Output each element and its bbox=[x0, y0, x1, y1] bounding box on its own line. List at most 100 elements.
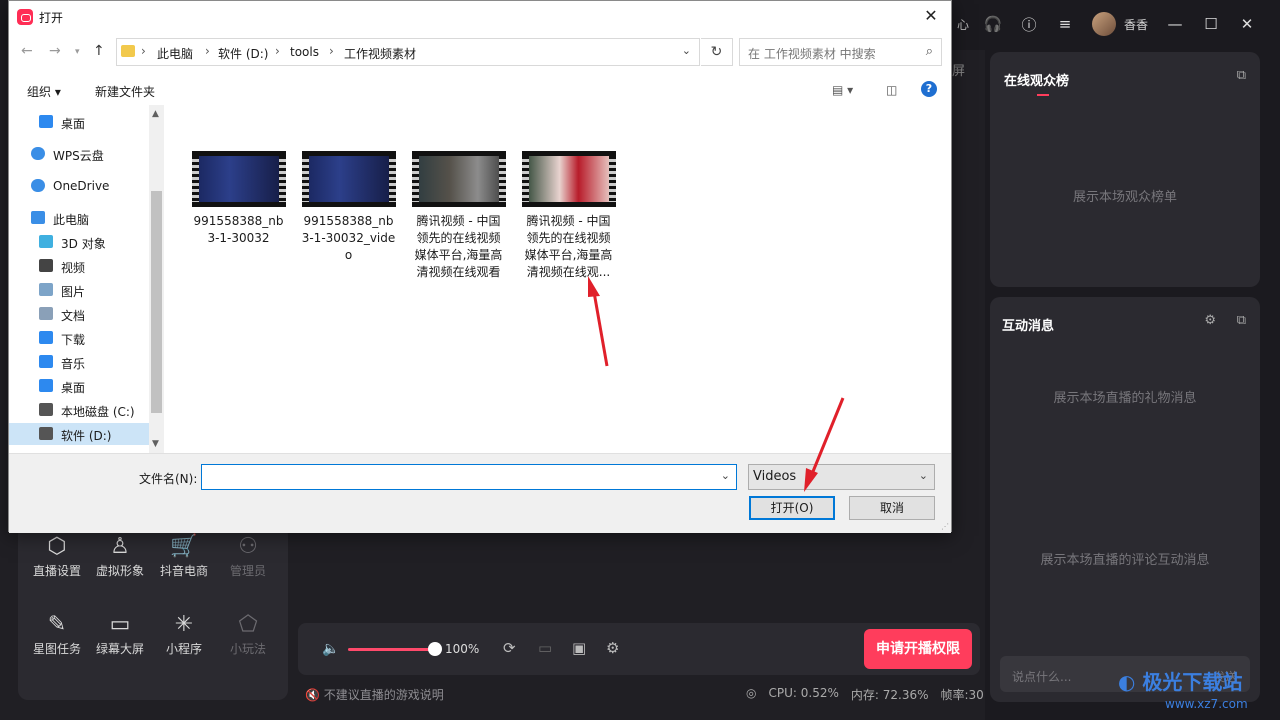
resize-grip-icon[interactable]: ⋰ bbox=[941, 522, 949, 531]
watermark-brand: 极光下载站 bbox=[1142, 670, 1243, 694]
chevron-right-icon[interactable]: › bbox=[141, 44, 146, 58]
nav-item[interactable]: 软件 (D:) bbox=[9, 423, 149, 445]
volume-slider[interactable] bbox=[348, 648, 434, 651]
nav-item[interactable]: 桌面 bbox=[9, 375, 149, 397]
open-button[interactable]: 打开(O) bbox=[749, 496, 835, 520]
avatar[interactable] bbox=[1091, 12, 1116, 36]
star-tasks-icon: ✎ bbox=[47, 612, 67, 637]
breadcrumb-tools[interactable]: tools bbox=[290, 45, 319, 59]
file-item[interactable]: 991558388_nb3-1-30032 bbox=[191, 151, 286, 247]
tool-virtual-avatar-button[interactable]: ♙ 虚拟形象 bbox=[88, 532, 152, 579]
tool-label: 小玩法 bbox=[229, 642, 266, 656]
chevron-down-icon[interactable]: ⌄ bbox=[721, 469, 730, 482]
folder-icon bbox=[121, 45, 135, 57]
tool-star-tasks-button[interactable]: ✎ 星图任务 bbox=[25, 610, 89, 657]
audience-card: 在线观众榜 ⧉ 展示本场观众榜单 bbox=[990, 52, 1260, 287]
rotate-icon[interactable]: ⟳ bbox=[503, 639, 516, 657]
file-item[interactable]: 991558388_nb3-1-30032_video bbox=[301, 151, 396, 264]
desktop-icon bbox=[39, 379, 53, 392]
minimize-icon[interactable]: — bbox=[1166, 15, 1184, 33]
tool-douyin-shop-button[interactable]: 🛒 抖音电商 bbox=[152, 532, 216, 579]
address-bar[interactable]: › 此电脑 › 软件 (D:) › tools › 工作视频素材 ⌄ bbox=[116, 38, 700, 66]
filename-input[interactable]: ⌄ bbox=[201, 464, 737, 490]
tool-label: 小程序 bbox=[165, 642, 202, 656]
tool-mini-program-button[interactable]: ✳ 小程序 bbox=[152, 610, 216, 657]
game-notice-link[interactable]: 🔇 不建议直播的游戏说明 bbox=[305, 686, 444, 703]
cancel-button[interactable]: 取消 bbox=[849, 496, 935, 520]
popout-icon[interactable]: ⧉ bbox=[1237, 68, 1246, 83]
back-arrow-icon[interactable]: ← bbox=[21, 43, 33, 59]
help-icon[interactable]: ? bbox=[921, 81, 937, 97]
dialog-footer: 文件名(N): ⌄ Videos ⌄ 打开(O) 取消 ⋰ bbox=[9, 453, 951, 533]
popout-icon[interactable]: ⧉ bbox=[1237, 313, 1246, 328]
chevron-right-icon[interactable]: › bbox=[275, 44, 280, 58]
nav-item[interactable]: 本地磁盘 (C:) bbox=[9, 399, 149, 421]
preview-pane-icon[interactable]: ◫ bbox=[886, 83, 897, 97]
close-app-icon[interactable]: ✕ bbox=[1238, 15, 1256, 33]
forward-arrow-icon[interactable]: → bbox=[49, 43, 61, 59]
settings-icon[interactable]: ⚙ bbox=[606, 639, 619, 657]
settings-gear-icon[interactable]: ⚙ bbox=[1204, 313, 1216, 328]
breadcrumb-this-pc[interactable]: 此电脑 bbox=[157, 45, 193, 62]
scroll-down-icon[interactable]: ▼ bbox=[152, 439, 159, 449]
nav-item[interactable]: 此电脑 bbox=[9, 207, 149, 229]
music-icon bbox=[39, 355, 53, 368]
admin-icon: ⚇ bbox=[238, 534, 258, 559]
apply-live-button[interactable]: 申请开播权限 bbox=[864, 629, 972, 669]
maximize-icon[interactable]: ☐ bbox=[1202, 15, 1220, 33]
organize-menu[interactable]: 组织 ▾ bbox=[27, 83, 61, 100]
file-type-select[interactable]: Videos ⌄ bbox=[748, 464, 935, 490]
refresh-icon[interactable]: ↻ bbox=[701, 38, 733, 66]
nav-item[interactable]: 视频 bbox=[9, 255, 149, 277]
help-icon[interactable]: ⓘ bbox=[1020, 15, 1038, 34]
new-folder-button[interactable]: 新建文件夹 bbox=[95, 83, 155, 100]
search-input[interactable]: 在 工作视频素材 中搜索 ⌕ bbox=[739, 38, 942, 66]
nav-item[interactable]: 3D 对象 bbox=[9, 231, 149, 253]
tool-green-screen-button[interactable]: ▭ 绿幕大屏 bbox=[88, 610, 152, 657]
volume-icon[interactable]: 🔈 bbox=[322, 641, 339, 657]
breadcrumb-current-folder[interactable]: 工作视频素材 bbox=[344, 45, 416, 62]
scroll-up-icon[interactable]: ▲ bbox=[152, 109, 159, 119]
username: 香香 bbox=[1123, 17, 1148, 32]
video-thumbnail-icon bbox=[301, 151, 396, 207]
audience-hint: 展示本场观众榜单 bbox=[1072, 190, 1177, 205]
dialog-toolbar: 组织 ▾ 新建文件夹 ▤ ▾ ◫ ? bbox=[9, 75, 951, 105]
tool-live-settings-button[interactable]: ⬡ 直播设置 bbox=[25, 532, 89, 579]
nav-item[interactable]: 图片 bbox=[9, 279, 149, 301]
nav-item[interactable]: 音乐 bbox=[9, 351, 149, 373]
menu-icon[interactable]: ≡ bbox=[1056, 15, 1074, 33]
scroll-thumb[interactable] bbox=[151, 191, 162, 413]
tool-admin-button: ⚇ 管理员 bbox=[216, 532, 280, 579]
download-icon bbox=[39, 331, 53, 344]
nav-item-label: 此电脑 bbox=[53, 213, 90, 227]
nav-scrollbar[interactable]: ▲ ▼ bbox=[149, 105, 164, 453]
nav-item[interactable]: 文档 bbox=[9, 303, 149, 325]
nav-item[interactable]: 桌面 bbox=[9, 111, 149, 133]
file-item[interactable]: 腾讯视频 - 中国领先的在线视频媒体平台,海量高清视频在线观... bbox=[521, 151, 616, 281]
nav-item[interactable]: 下载 bbox=[9, 327, 149, 349]
up-arrow-icon[interactable]: ↑ bbox=[93, 43, 105, 59]
screen-partial-label[interactable]: 屏 bbox=[952, 60, 965, 79]
volume-percent: 100% bbox=[445, 642, 480, 656]
chevron-right-icon[interactable]: › bbox=[329, 44, 334, 58]
view-options-icon[interactable]: ▤ ▾ bbox=[832, 83, 853, 97]
dialog-title: 打开 bbox=[39, 11, 64, 25]
headset-icon[interactable]: 🎧 bbox=[984, 15, 1003, 33]
computer-icon bbox=[31, 211, 45, 224]
nav-item[interactable]: WPS云盘 bbox=[9, 143, 149, 165]
nav-item-label: OneDrive bbox=[53, 179, 110, 193]
chevron-down-icon[interactable]: ⌄ bbox=[919, 469, 928, 482]
search-icon[interactable]: ⌕ bbox=[926, 44, 933, 59]
framerate: 帧率:30 bbox=[940, 688, 984, 702]
close-icon[interactable]: ✕ bbox=[919, 5, 943, 27]
tool-mini-games-button: ⬠ 小玩法 bbox=[216, 610, 280, 657]
volume-knob[interactable] bbox=[428, 642, 442, 656]
camera-icon[interactable]: ▣ bbox=[572, 639, 586, 657]
file-item[interactable]: 腾讯视频 - 中国领先的在线视频媒体平台,海量高清视频在线观看 bbox=[411, 151, 506, 281]
breadcrumb-drive-d[interactable]: 软件 (D:) bbox=[218, 45, 268, 62]
chevron-down-icon[interactable]: ⌄ bbox=[682, 44, 691, 57]
nav-item-label: 桌面 bbox=[61, 117, 86, 131]
recent-dropdown-icon[interactable]: ▾ bbox=[75, 47, 80, 57]
nav-item[interactable]: OneDrive bbox=[9, 175, 149, 197]
chevron-right-icon[interactable]: › bbox=[205, 44, 210, 58]
